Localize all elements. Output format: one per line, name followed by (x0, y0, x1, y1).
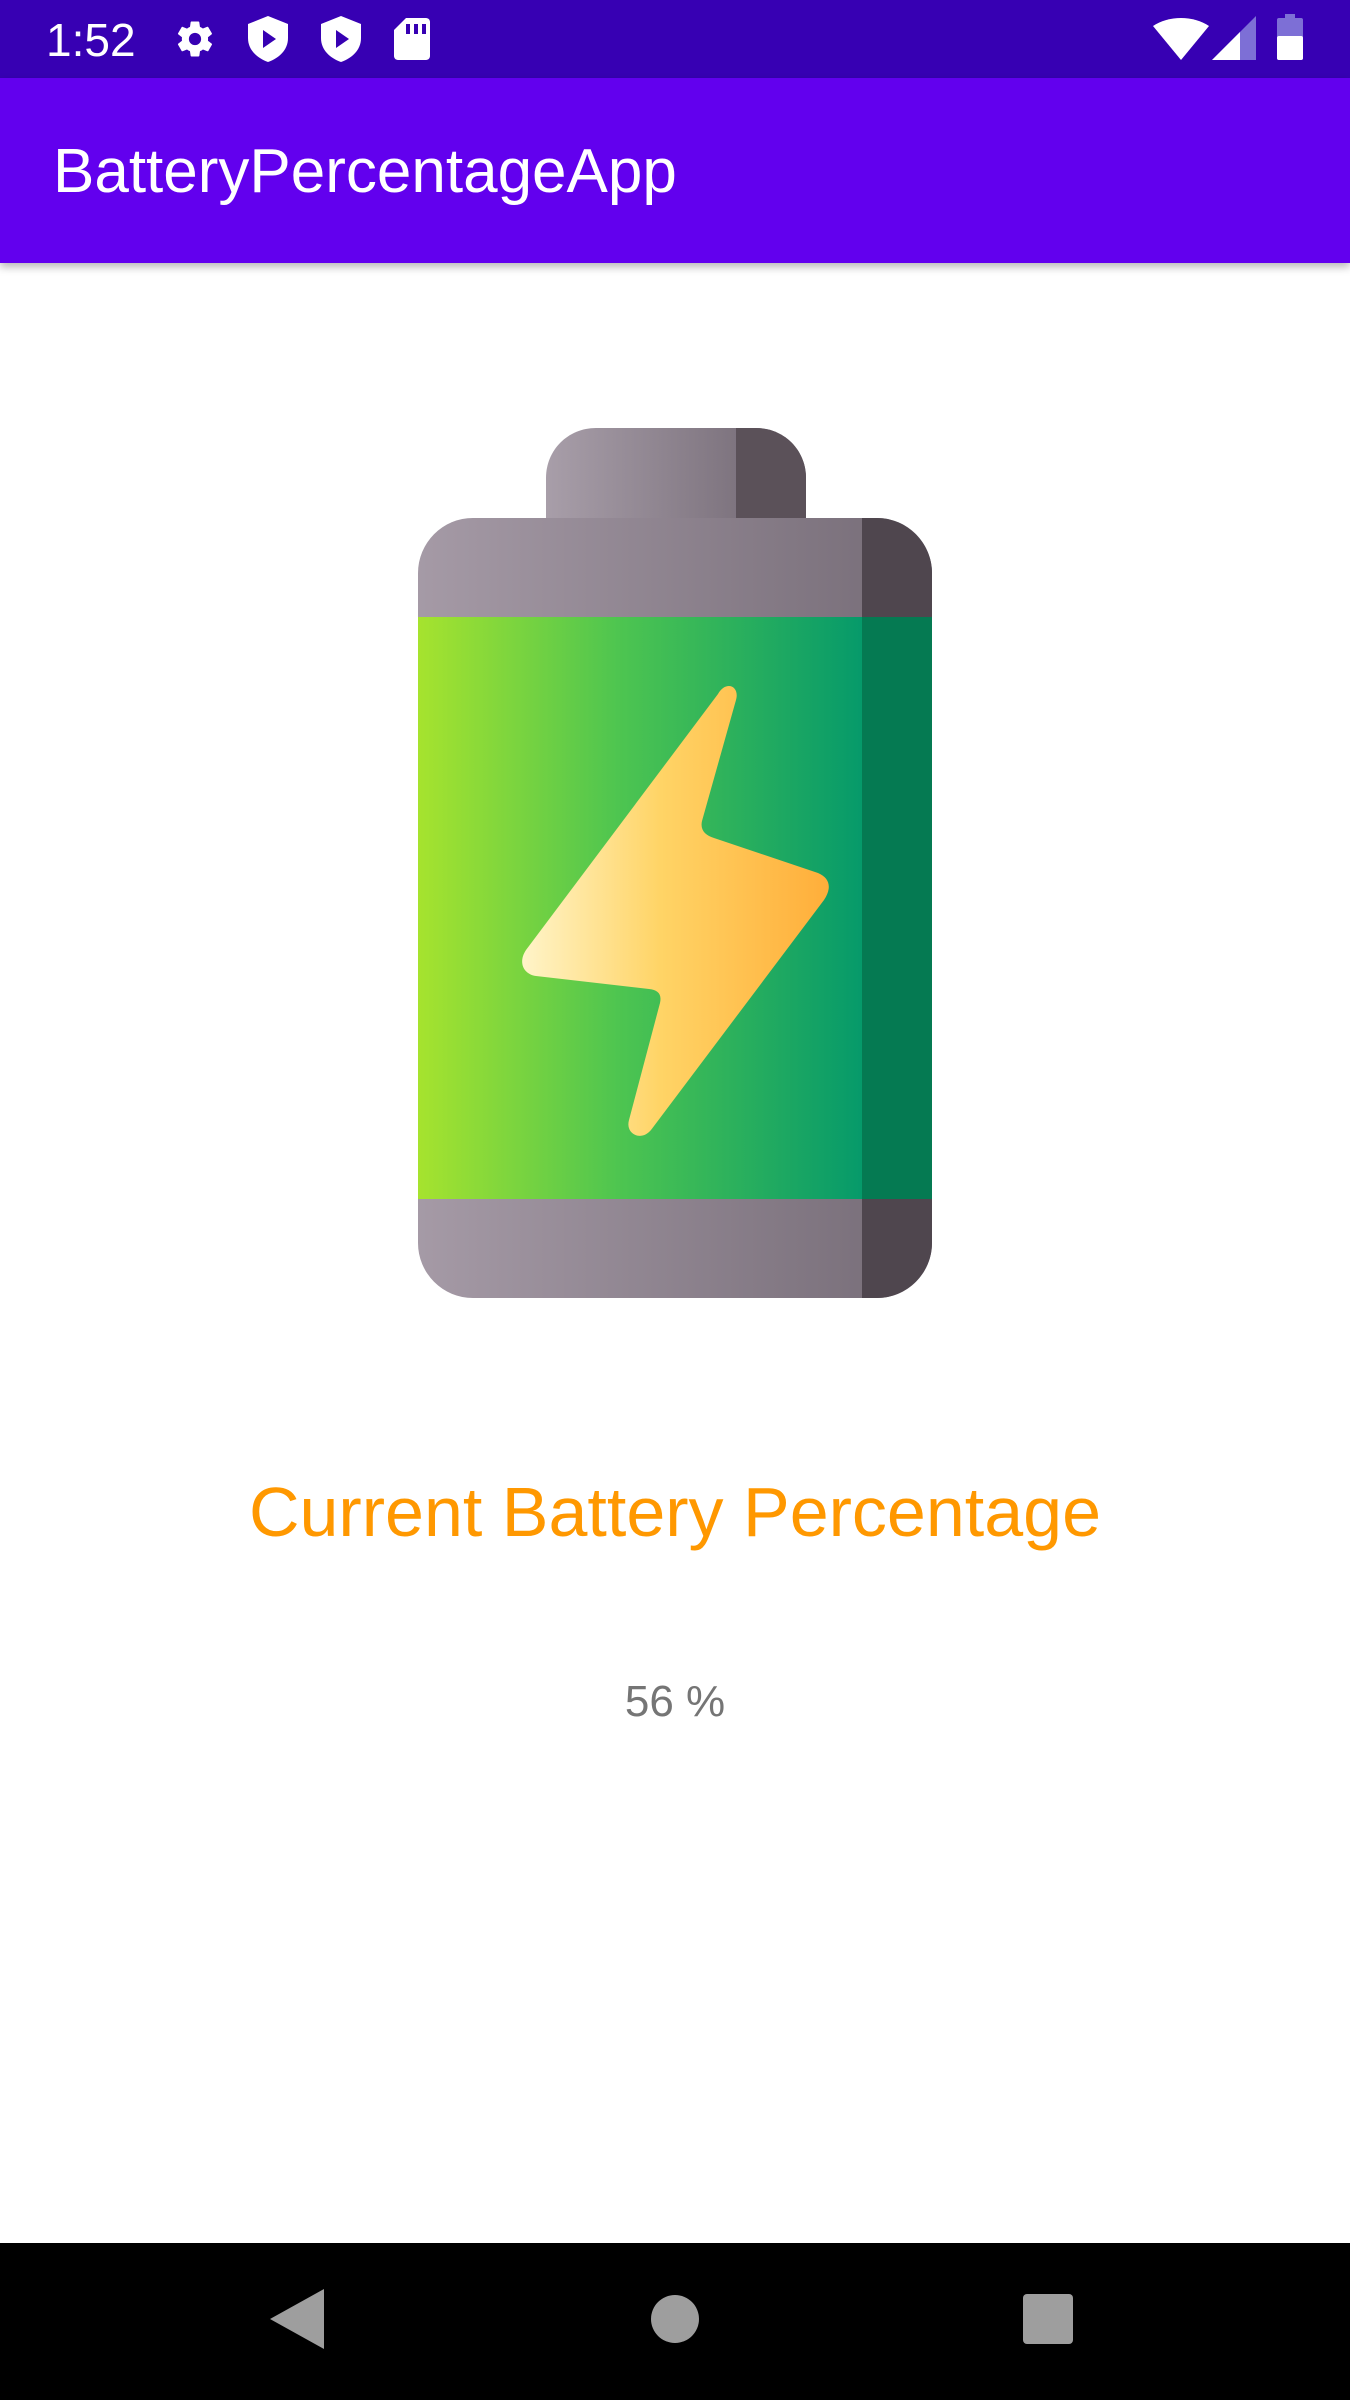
recents-button[interactable] (968, 2243, 1128, 2400)
battery-icon (1277, 14, 1303, 65)
recents-icon (1023, 2294, 1073, 2349)
home-icon (651, 2295, 699, 2348)
status-bar: 1:52 (0, 0, 1350, 78)
sd-card-icon (394, 18, 430, 65)
back-button[interactable] (217, 2243, 377, 2400)
cellular-signal-icon (1212, 16, 1256, 65)
shield-icon (321, 16, 361, 67)
wifi-icon (1153, 18, 1209, 65)
battery-percentage-value: 56 % (624, 1677, 726, 1726)
battery-charging-icon (418, 428, 932, 1303)
navigation-bar (0, 2243, 1350, 2400)
battery-heading: Current Battery Percentage (248, 1473, 1102, 1551)
settings-icon (174, 18, 216, 65)
status-time: 1:52 (46, 14, 136, 66)
shield-icon (248, 16, 288, 67)
main-content: Current Battery Percentage 56 % (0, 263, 1350, 2243)
app-bar: BatteryPercentageApp (0, 78, 1350, 263)
home-button[interactable] (595, 2243, 755, 2400)
back-icon (270, 2289, 324, 2354)
app-title: BatteryPercentageApp (53, 137, 677, 206)
